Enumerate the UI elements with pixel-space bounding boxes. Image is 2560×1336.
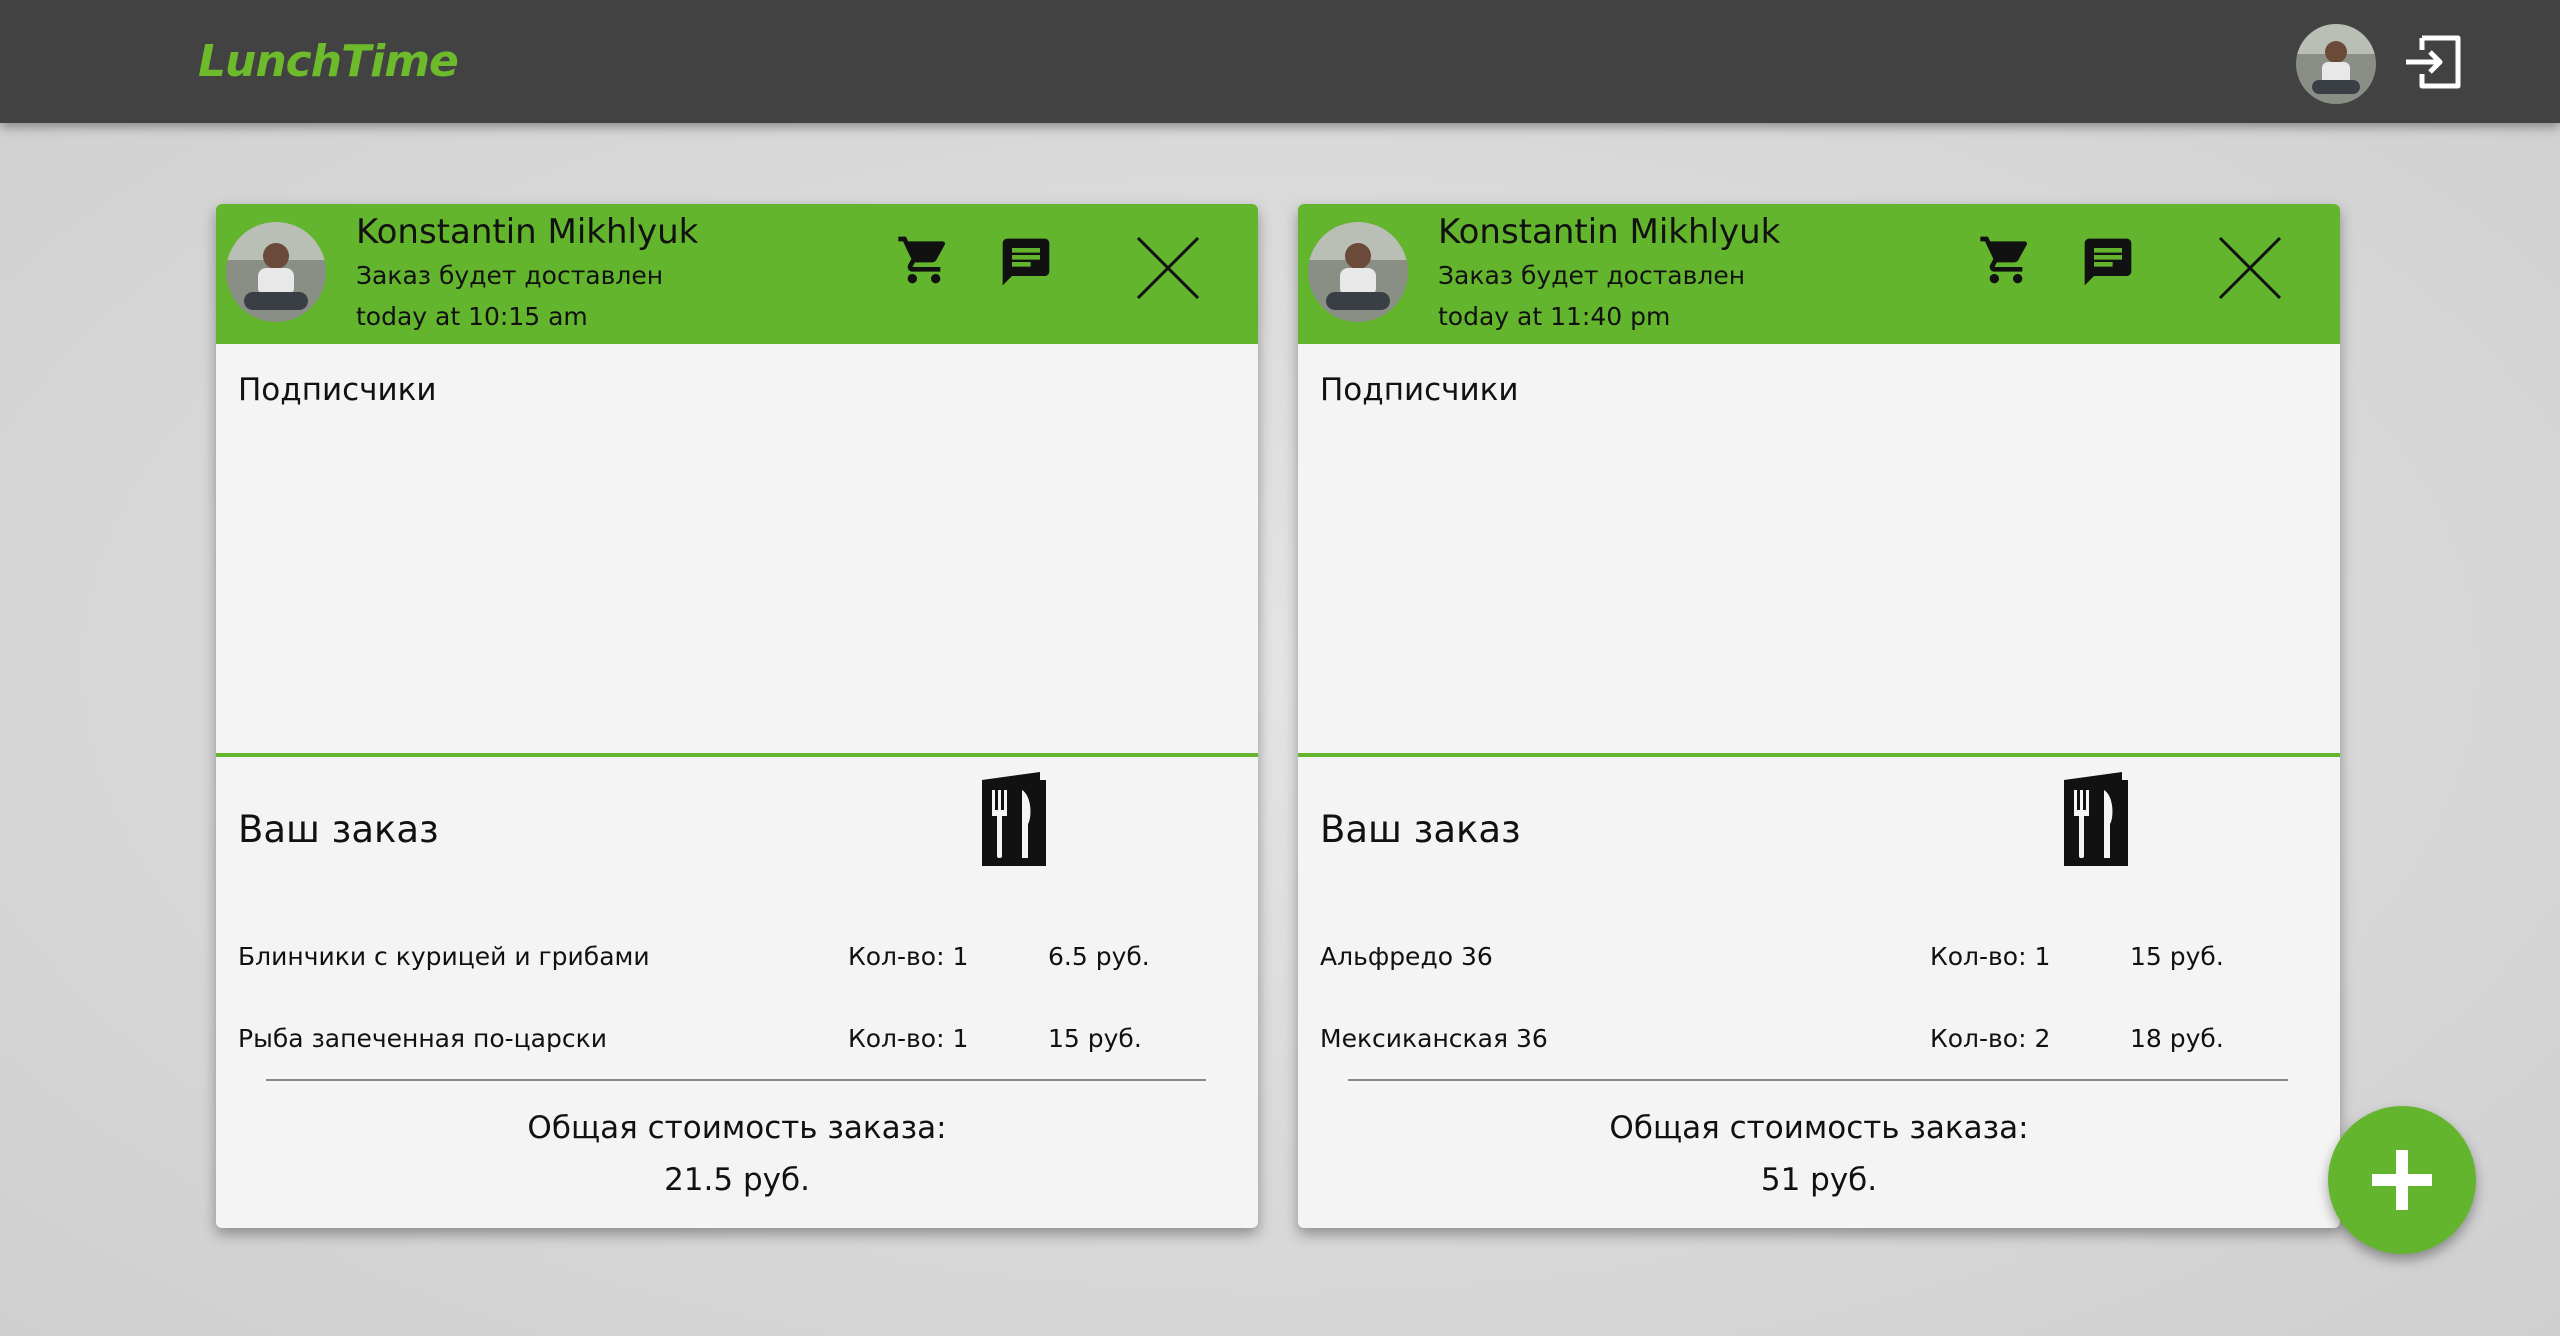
avatar-photo <box>2296 24 2376 104</box>
section-divider <box>1298 753 2340 757</box>
close-icon[interactable] <box>2216 234 2284 302</box>
delivery-time: today at 11:40 pm <box>1438 302 1671 331</box>
user-name: Konstantin Mikhlyuk <box>1438 212 1781 252</box>
total-value: 51 руб. <box>1760 1162 1878 1198</box>
item-name: Блинчики с курицей и грибами <box>238 942 650 971</box>
item-price: 6.5 руб. <box>1048 942 1150 971</box>
item-price: 18 руб. <box>2130 1024 2224 1053</box>
delivery-time: today at 10:15 am <box>356 302 588 331</box>
logout-icon[interactable] <box>2400 28 2468 96</box>
total-label: Общая стоимость заказа: <box>527 1110 947 1146</box>
total-divider <box>266 1079 1206 1081</box>
order-card-header: Konstantin Mikhlyuk Заказ будет доставле… <box>216 204 1258 344</box>
close-icon[interactable] <box>1134 234 1202 302</box>
menu-icon[interactable] <box>2060 770 2130 870</box>
app-logo[interactable]: LunchTime <box>198 36 459 87</box>
item-name: Рыба запеченная по-царски <box>238 1024 607 1053</box>
total-divider <box>1348 1079 2288 1081</box>
section-divider <box>216 753 1258 757</box>
item-quantity: Кол-во: 1 <box>848 942 969 971</box>
total-value: 21.5 руб. <box>664 1162 810 1198</box>
item-quantity: Кол-во: 1 <box>848 1024 969 1053</box>
delivery-label: Заказ будет доставлен <box>1438 261 1746 290</box>
user-name: Konstantin Mikhlyuk <box>356 212 699 252</box>
delivery-label: Заказ будет доставлен <box>356 261 664 290</box>
avatar-photo <box>1308 222 1408 322</box>
user-avatar[interactable] <box>2296 24 2376 104</box>
order-card: Konstantin Mikhlyuk Заказ будет доставле… <box>1298 204 2340 1228</box>
avatar[interactable] <box>226 222 326 322</box>
item-price: 15 руб. <box>1048 1024 1142 1053</box>
plus-icon <box>2372 1150 2432 1210</box>
subscribers-label: Подписчики <box>238 372 437 408</box>
item-price: 15 руб. <box>2130 942 2224 971</box>
item-quantity: Кол-во: 2 <box>1930 1024 2051 1053</box>
subscribers-label: Подписчики <box>1320 372 1519 408</box>
menu-icon[interactable] <box>978 770 1048 870</box>
order-title: Ваш заказ <box>238 808 439 851</box>
top-bar: LunchTime <box>0 0 2560 123</box>
add-order-button[interactable] <box>2328 1106 2476 1254</box>
item-name: Мексиканская 36 <box>1320 1024 1548 1053</box>
total-label: Общая стоимость заказа: <box>1609 1110 2029 1146</box>
avatar-photo <box>226 222 326 322</box>
order-card-header: Konstantin Mikhlyuk Заказ будет доставле… <box>1298 204 2340 344</box>
order-title: Ваш заказ <box>1320 808 1521 851</box>
item-quantity: Кол-во: 1 <box>1930 942 2051 971</box>
chat-icon[interactable] <box>2080 234 2136 290</box>
cart-icon[interactable] <box>896 232 952 288</box>
chat-icon[interactable] <box>998 234 1054 290</box>
item-name: Альфредо 36 <box>1320 942 1493 971</box>
avatar[interactable] <box>1308 222 1408 322</box>
cart-icon[interactable] <box>1978 232 2034 288</box>
order-card: Konstantin Mikhlyuk Заказ будет доставле… <box>216 204 1258 1228</box>
